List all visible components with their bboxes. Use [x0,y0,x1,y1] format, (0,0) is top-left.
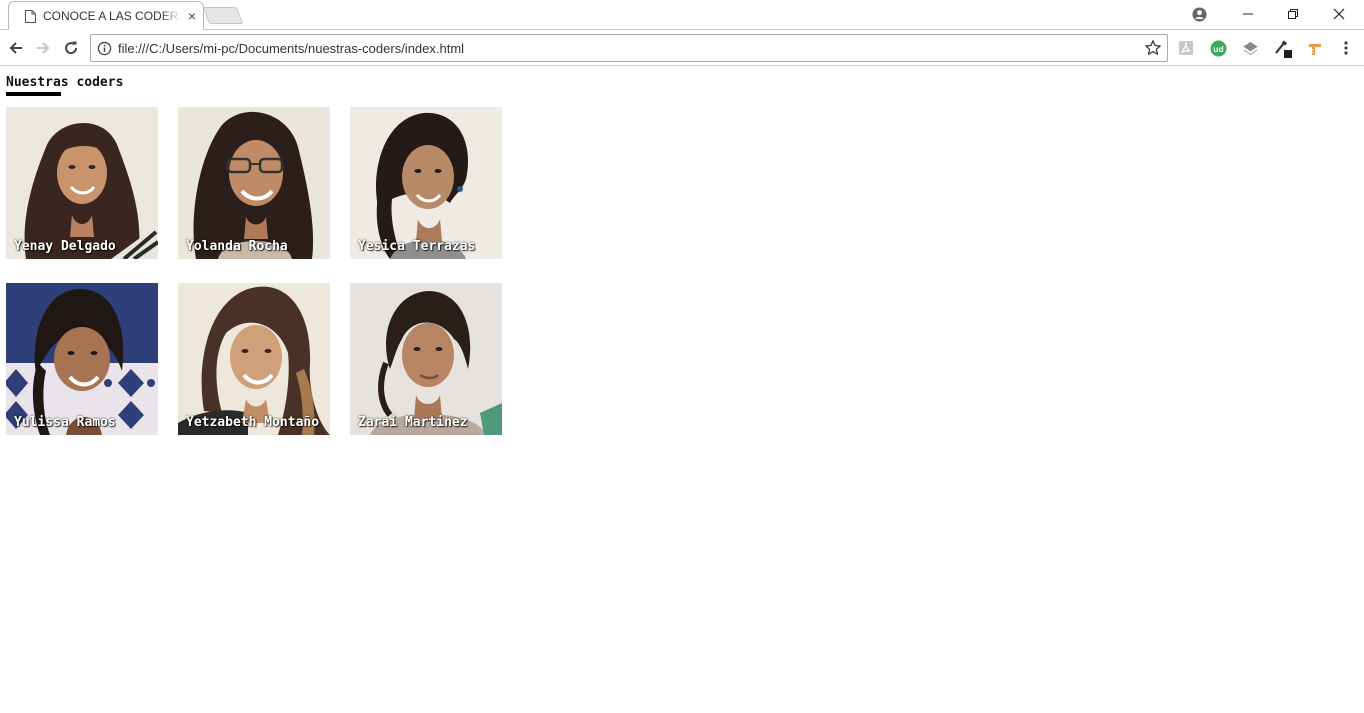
forward-button[interactable] [31,36,55,60]
url-text[interactable]: file:///C:/Users/mi-pc/Documents/nuestra… [118,41,464,56]
ud-extension-button[interactable]: ud [1208,38,1228,58]
menu-icon [1344,41,1348,55]
coder-name: Zaraí Martinez [358,415,468,430]
coder-name: Yesica Terrazas [358,239,476,254]
coder-name: Yenay Delgado [14,239,116,254]
coder-card[interactable]: Yolanda Rocha [178,107,330,259]
tab-strip: CONOCE A LAS CODERS × [0,0,1364,30]
new-tab-button[interactable] [202,7,244,24]
browser-toolbar: file:///C:/Users/mi-pc/Documents/nuestra… [0,30,1364,66]
coder-photo [6,107,158,259]
ud-icon: ud [1209,39,1227,57]
info-icon[interactable] [97,41,112,56]
profile-button[interactable] [1176,0,1222,28]
layers-icon [1242,41,1258,55]
ruler-extension-button[interactable] [1305,38,1325,58]
coder-card[interactable]: Yesica Terrazas [350,107,502,259]
pdf-icon [1179,41,1193,55]
browser-menu-button[interactable] [1336,38,1356,58]
coder-name: Yulissa Ramos [14,415,116,430]
coder-photo [350,283,502,435]
coder-photo [178,107,330,259]
reload-button[interactable] [59,36,83,60]
coder-card[interactable]: Yulissa Ramos [6,283,158,435]
reload-icon [65,41,78,55]
coder-photo [350,107,502,259]
tab-close-icon[interactable]: × [185,9,199,23]
minimize-button[interactable] [1225,0,1271,28]
minimize-icon [1243,13,1253,15]
title-underline [6,92,61,96]
page-title: Nuestras coders [6,75,124,90]
coder-name: Yolanda Rocha [186,239,288,254]
color-picker-icon [1275,40,1292,58]
color-picker-extension-button[interactable] [1273,38,1293,58]
layers-extension-button[interactable] [1240,38,1260,58]
page-icon [25,10,36,23]
close-window-button[interactable] [1316,0,1362,28]
restore-icon [1288,9,1298,19]
restore-button[interactable] [1270,0,1316,28]
back-arrow-icon [9,42,22,54]
browser-tab[interactable]: CONOCE A LAS CODERS × [8,1,204,30]
back-button[interactable] [4,36,28,60]
close-icon [1333,8,1345,20]
page-content: Nuestras coders Yenay Delgado Yolanda Ro… [0,67,1364,713]
coder-photo [178,283,330,435]
coder-card[interactable]: Zaraí Martinez [350,283,502,435]
coder-card[interactable]: Yetzabeth Montaño [178,283,330,435]
forward-arrow-icon [37,42,50,54]
coder-name: Yetzabeth Montaño [186,415,320,430]
coder-photo [6,283,158,435]
bookmark-star-icon[interactable] [1144,39,1162,57]
address-bar[interactable]: file:///C:/Users/mi-pc/Documents/nuestra… [90,34,1168,62]
ruler-icon [1309,44,1321,55]
coder-card[interactable]: Yenay Delgado [6,107,158,259]
pdf-extension-button[interactable] [1176,38,1196,58]
svg-text:ud: ud [1213,43,1223,53]
profile-icon [1191,6,1207,22]
tab-title: CONOCE A LAS CODERS [43,9,181,23]
